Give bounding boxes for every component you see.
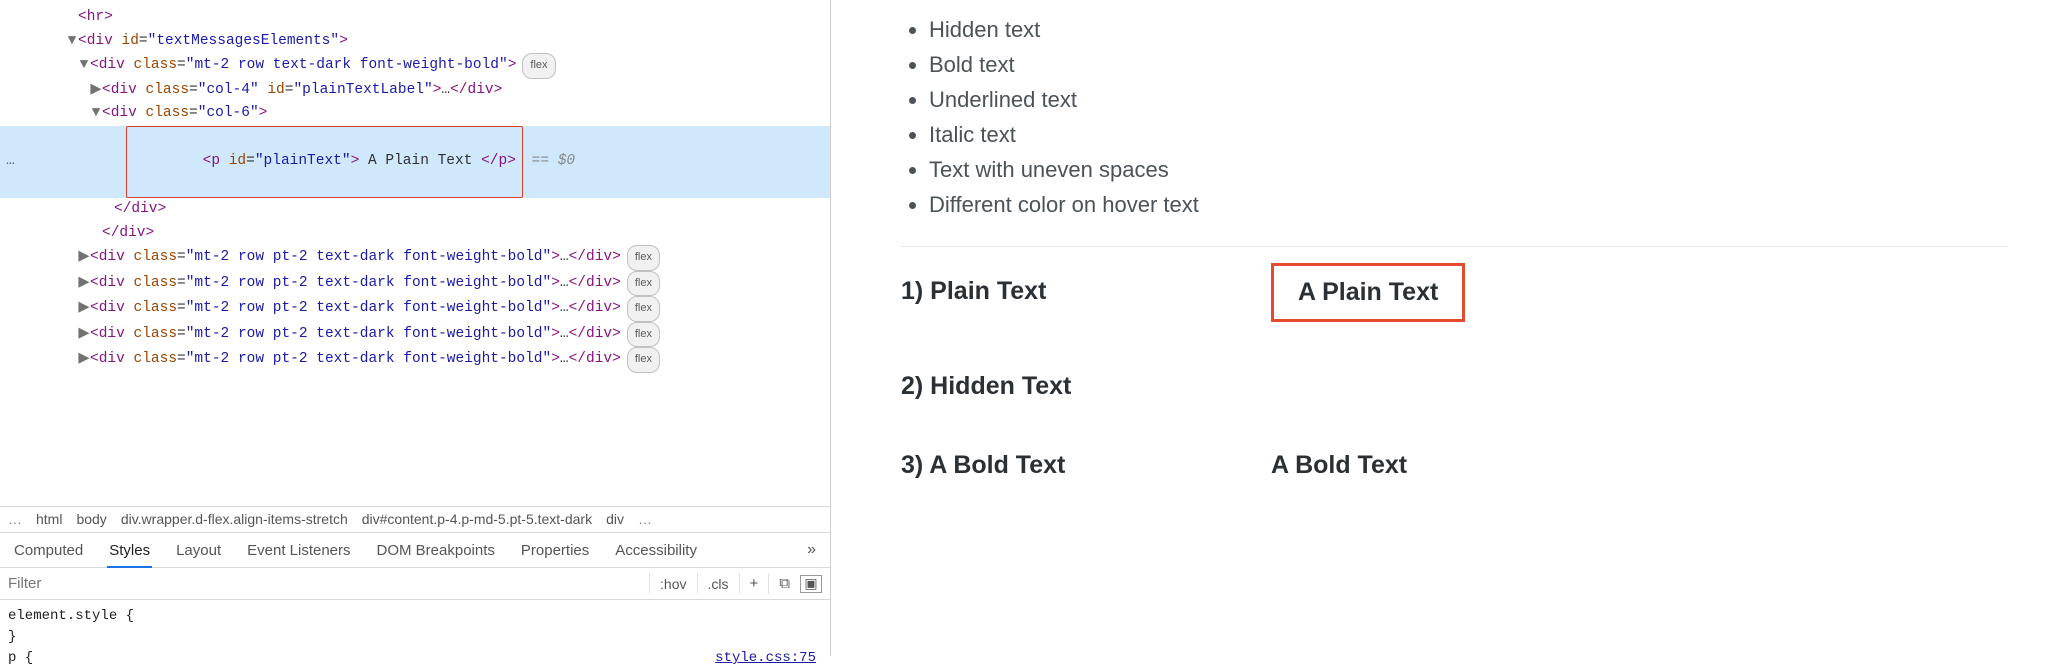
breadcrumb[interactable]: … html body div.wrapper.d-flex.align-ite… — [0, 506, 830, 532]
dom-node-row-bold[interactable]: ▼ <div class="mt-2 row text-dark font-we… — [0, 53, 830, 79]
dom-node-textMessagesElements[interactable]: ▼ <div id="textMessagesElements"> — [0, 30, 830, 54]
list-item: Bold text — [929, 47, 2008, 82]
disclosure-triangle-open-icon[interactable]: ▼ — [78, 54, 90, 78]
dom-node-row-sibling[interactable]: ▶<div class="mt-2 row pt-2 text-dark fon… — [0, 245, 830, 271]
text-format-list: Hidden text Bold text Underlined text It… — [901, 12, 2008, 222]
tab-event-listeners[interactable]: Event Listeners — [247, 542, 350, 559]
new-style-rule-button[interactable]: + — [739, 573, 769, 595]
list-item: Italic text — [929, 117, 2008, 152]
divider — [901, 246, 2008, 247]
plain-text-label: 1) Plain Text — [901, 277, 1271, 322]
breadcrumb-more-right-icon[interactable]: … — [638, 508, 652, 532]
list-item: Underlined text — [929, 82, 2008, 117]
breadcrumb-item[interactable]: body — [76, 508, 106, 532]
flex-badge[interactable]: flex — [627, 347, 660, 373]
flex-badge[interactable]: flex — [627, 271, 660, 297]
tab-accessibility[interactable]: Accessibility — [615, 542, 697, 559]
tab-properties[interactable]: Properties — [521, 542, 589, 559]
styles-copy-icon[interactable]: ⧉ — [768, 573, 800, 595]
page-preview: Hidden text Bold text Underlined text It… — [831, 0, 2048, 656]
bold-text-value: A Bold Text — [1271, 451, 1407, 480]
disclosure-triangle-closed-icon[interactable]: ▶ — [78, 272, 90, 296]
disclosure-triangle-open-icon[interactable]: ▼ — [66, 30, 78, 54]
tabs-overflow-icon[interactable]: » — [807, 541, 816, 559]
plain-text-row: 1) Plain Text A Plain Text — [901, 277, 2008, 322]
styles-rules[interactable]: element.style { } p { style.css:75 — [0, 600, 830, 656]
plain-text-value: A Plain Text — [1271, 263, 1465, 322]
tab-dom-breakpoints[interactable]: DOM Breakpoints — [377, 542, 495, 559]
dom-node-row-sibling[interactable]: ▶<div class="mt-2 row pt-2 text-dark fon… — [0, 322, 830, 348]
breadcrumb-item[interactable]: div.wrapper.d-flex.align-items-stretch — [121, 508, 348, 532]
styles-filter-input[interactable] — [0, 568, 649, 599]
toggle-element-state-icon[interactable]: ▣ — [800, 575, 822, 593]
breadcrumb-more-left-icon[interactable]: … — [8, 508, 22, 532]
styles-subpanel-tabs: Computed Styles Layout Event Listeners D… — [0, 532, 830, 568]
list-item: Text with uneven spaces — [929, 152, 2008, 187]
selected-node-highlight: <p id="plainText"> A Plain Text </p> — [126, 126, 523, 199]
disclosure-triangle-closed-icon[interactable]: ▶ — [90, 79, 102, 103]
list-item: Different color on hover text — [929, 187, 2008, 222]
hov-toggle[interactable]: :hov — [649, 573, 696, 595]
element-style-rule[interactable]: element.style { } — [8, 606, 822, 648]
dom-node-row-sibling[interactable]: ▶<div class="mt-2 row pt-2 text-dark fon… — [0, 271, 830, 297]
flex-badge[interactable]: flex — [627, 296, 660, 322]
bold-text-row: 3) A Bold Text A Bold Text — [901, 451, 2008, 480]
hidden-text-row: 2) Hidden Text — [901, 372, 2008, 401]
dom-node-col6[interactable]: ▼ <div class="col-6"> — [0, 102, 830, 126]
disclosure-triangle-closed-icon[interactable]: ▶ — [78, 323, 90, 347]
list-item: Hidden text — [929, 12, 2008, 47]
bold-text-label: 3) A Bold Text — [901, 451, 1271, 480]
breadcrumb-item[interactable]: div — [606, 508, 624, 532]
dom-node-close-col6[interactable]: </div> — [0, 198, 830, 222]
flex-badge[interactable]: flex — [627, 245, 660, 271]
breadcrumb-item[interactable]: html — [36, 508, 62, 532]
disclosure-triangle-closed-icon[interactable]: ▶ — [78, 348, 90, 372]
tab-styles[interactable]: Styles — [109, 542, 150, 559]
disclosure-triangle-open-icon[interactable]: ▼ — [90, 102, 102, 126]
tab-computed[interactable]: Computed — [14, 542, 83, 559]
dom-node-plainTextLabel[interactable]: ▶ <div class="col-4" id="plainTextLabel"… — [0, 79, 830, 103]
hidden-text-label: 2) Hidden Text — [901, 372, 1271, 401]
breadcrumb-item[interactable]: div#content.p-4.p-md-5.pt-5.text-dark — [362, 508, 592, 532]
flex-badge[interactable]: flex — [627, 322, 660, 348]
dom-node-row-sibling[interactable]: ▶<div class="mt-2 row pt-2 text-dark fon… — [0, 347, 830, 373]
disclosure-triangle-closed-icon[interactable]: ▶ — [78, 297, 90, 321]
p-selector-rule[interactable]: p { style.css:75 — [8, 648, 822, 669]
dollar-zero-ref: == $0 — [523, 150, 575, 174]
cls-toggle[interactable]: .cls — [697, 573, 739, 595]
dom-node-row-sibling[interactable]: ▶<div class="mt-2 row pt-2 text-dark fon… — [0, 296, 830, 322]
dom-node-close-row[interactable]: </div> — [0, 222, 830, 246]
dom-node-selected-plainText[interactable]: <p id="plainText"> A Plain Text </p> == … — [0, 126, 830, 199]
devtools-panel: <hr> ▼ <div id="textMessagesElements"> ▼… — [0, 0, 831, 656]
flex-badge[interactable]: flex — [522, 53, 555, 79]
disclosure-triangle-closed-icon[interactable]: ▶ — [78, 246, 90, 270]
styles-filter-bar: :hov .cls + ⧉ ▣ — [0, 568, 830, 600]
dom-tree[interactable]: <hr> ▼ <div id="textMessagesElements"> ▼… — [0, 0, 830, 506]
stylesheet-source-link[interactable]: style.css:75 — [715, 648, 816, 669]
dom-node-hr[interactable]: <hr> — [0, 6, 830, 30]
tab-layout[interactable]: Layout — [176, 542, 221, 559]
